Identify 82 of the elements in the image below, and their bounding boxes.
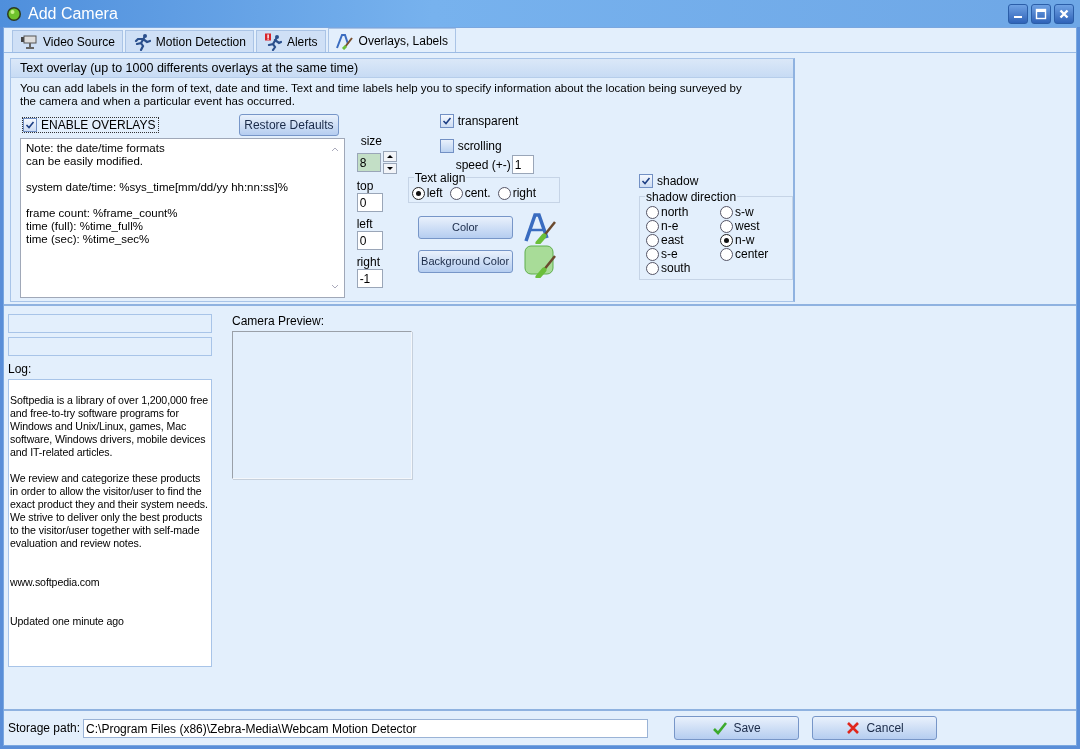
status-light-icon	[6, 5, 22, 22]
direction-radio[interactable]: s-e	[646, 247, 720, 261]
position-label: left	[356, 217, 374, 231]
spin-up-icon[interactable]	[382, 151, 397, 162]
radio-circle[interactable]	[646, 247, 659, 261]
radio-circle[interactable]	[449, 186, 463, 200]
speed-label: speed (+-)	[455, 157, 511, 172]
color-button[interactable]: Color	[417, 215, 513, 239]
close-button[interactable]	[1054, 3, 1074, 24]
cross-icon	[845, 720, 862, 736]
brush-icon	[335, 31, 354, 50]
section-header: Text overlay (up to 1000 differents overlays at the same time)	[11, 59, 793, 78]
log-text: Updated one minute ago	[10, 615, 125, 628]
radio-circle[interactable]	[720, 247, 733, 261]
minimize-icon	[1014, 16, 1022, 18]
text-align-label: Text align	[413, 172, 467, 184]
tab[interactable]: Overlays, Labels	[327, 28, 456, 52]
alert-runner-icon	[263, 32, 282, 51]
direction-radio[interactable]: center	[720, 247, 794, 261]
radio-circle[interactable]	[497, 186, 511, 200]
camera-icon	[20, 32, 38, 51]
note-text-area[interactable]: Note: the date/time formats can be easily modified. system date/time: %sys_time[mm/dd/yy hh:nn:ss]% frame count: %frame_count% time (full): %time_full% time (sec): %time_sec%	[20, 138, 345, 298]
cancel-button[interactable]: Cancel	[812, 716, 938, 740]
spin-down-icon[interactable]	[382, 163, 397, 174]
tab[interactable]: Video Source	[12, 30, 123, 52]
position-field[interactable]: 0	[356, 231, 383, 250]
radio-circle[interactable]	[646, 219, 659, 233]
save-button[interactable]: Save	[674, 716, 800, 740]
spin-buttons[interactable]	[382, 151, 397, 174]
radio-circle[interactable]	[646, 233, 659, 247]
radio-circle[interactable]	[646, 205, 659, 219]
maximize-button[interactable]	[1031, 3, 1051, 24]
checkmark-icon	[441, 116, 452, 126]
log-label: Log:	[8, 362, 33, 376]
radio-circle[interactable]	[720, 219, 733, 233]
direction-radio[interactable]: n-w	[720, 233, 794, 247]
radio-circle[interactable]	[646, 261, 659, 275]
restore-defaults-button[interactable]: Restore Defaults	[239, 114, 339, 136]
camera-preview-label: Camera Preview:	[232, 314, 326, 328]
radio-circle[interactable]	[411, 186, 425, 200]
scrolling-checkbox[interactable]: scrolling	[439, 139, 602, 153]
window-title: Add Camera	[28, 4, 119, 23]
direction-radio[interactable]: north	[646, 205, 720, 219]
storage-path-label: Storage path:	[8, 721, 81, 735]
transparent-checkbox[interactable]: transparent	[439, 114, 602, 128]
tab[interactable]: Alerts	[255, 30, 326, 52]
align-radio[interactable]: cent.	[449, 186, 491, 200]
enable-overlays-checkbox[interactable]: ENABLE OVERLAYS	[22, 117, 159, 133]
checkmark-icon	[25, 120, 35, 130]
runner-icon	[132, 32, 151, 51]
direction-radio[interactable]: n-e	[646, 219, 720, 233]
description-text: You can add labels in the form of text, date and time. Text and time labels help you to specify information about the location being surveyed by the camera and when a particular event has occurred.	[19, 81, 743, 108]
brush-icon	[522, 210, 557, 244]
shadow-direction-label: shadow direction	[645, 191, 738, 203]
align-radio[interactable]: right	[497, 186, 536, 200]
shadow-checkbox[interactable]: shadow	[639, 174, 793, 188]
position-field[interactable]: -1	[356, 269, 383, 288]
radio-circle[interactable]	[720, 205, 733, 219]
direction-radio[interactable]: west	[720, 219, 794, 233]
checkmark-icon	[712, 720, 729, 736]
radio-circle[interactable]	[720, 233, 733, 247]
log-text: Softpedia is a library of over 1,200,000 free and free-to-try software programs for Windows and Unix/Linux, games, Mac software, Windows drivers, mobile devices and IT-related articles.	[10, 394, 210, 459]
direction-radio[interactable]: east	[646, 233, 720, 247]
minimize-button[interactable]	[1008, 3, 1028, 24]
storage-path-field[interactable]: C:\Program Files (x86)\Zebra-Media\Webcam Motion Detector	[83, 718, 649, 738]
close-icon	[1058, 7, 1070, 20]
tab[interactable]: Motion Detection	[124, 30, 254, 52]
position-field[interactable]: 0	[356, 193, 383, 212]
align-radio[interactable]: left	[411, 186, 443, 200]
log-text: We review and categorize these products in order to allow the visitor/user to find the exact product they and their system needs. We strive to deliver only the best products to the visitor/user together with self-made evaluation and review notes.	[10, 472, 209, 550]
size-field[interactable]: 8	[356, 153, 381, 172]
size-label: size	[360, 134, 383, 148]
speed-field[interactable]: 1	[511, 155, 534, 174]
position-label: right	[356, 255, 381, 269]
checkmark-icon	[641, 176, 651, 186]
maximize-icon	[1035, 7, 1047, 20]
log-text: www.softpedia.com	[10, 576, 101, 589]
swatch-brush-icon	[522, 244, 557, 278]
direction-radio[interactable]: s-w	[720, 205, 794, 219]
background-color-button[interactable]: Background Color	[417, 249, 513, 273]
direction-radio[interactable]: south	[646, 261, 720, 275]
position-label: top	[356, 179, 375, 193]
